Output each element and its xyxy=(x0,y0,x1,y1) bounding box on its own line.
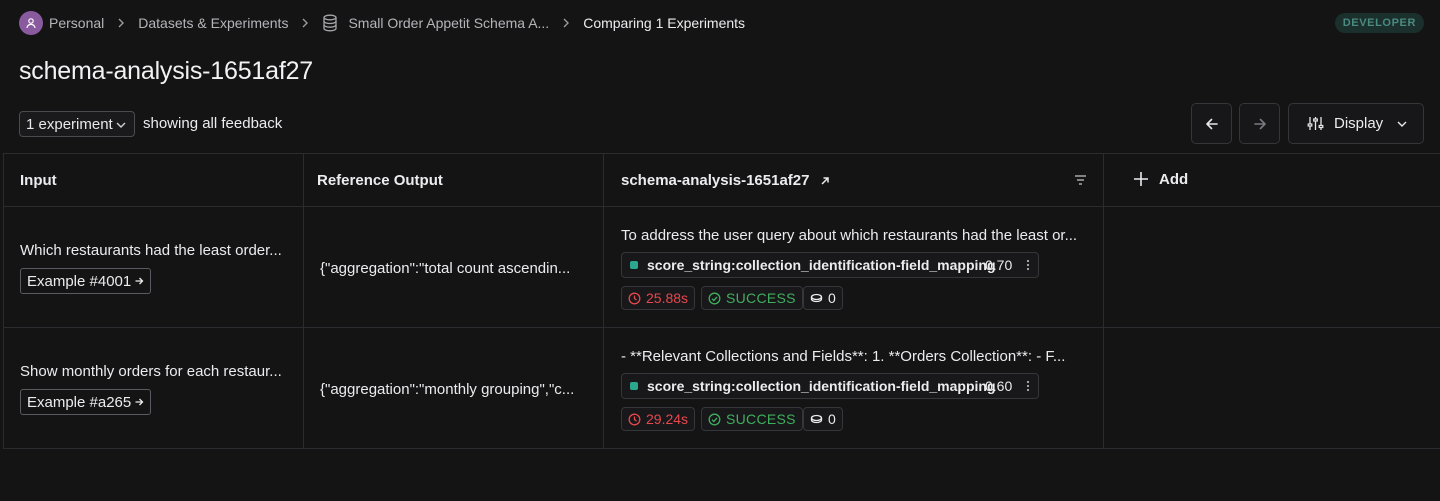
arrow-right-icon xyxy=(135,398,144,406)
filter-icon[interactable] xyxy=(1074,174,1087,186)
breadcrumb: Personal Datasets & Experiments Small Or… xyxy=(19,11,745,35)
clock-icon xyxy=(628,292,641,304)
developer-badge: DEVELOPER xyxy=(1334,13,1424,33)
more-vertical-icon[interactable] xyxy=(1026,259,1030,271)
status-text: SUCCESS xyxy=(726,411,796,427)
display-button-label: Display xyxy=(1334,115,1384,132)
chevron-down-icon xyxy=(1397,121,1407,127)
arrow-left-icon xyxy=(1205,118,1218,129)
example-link[interactable]: Example #a265 xyxy=(20,389,152,415)
add-column-button[interactable]: Add xyxy=(1132,170,1188,188)
table-row[interactable]: Which restaurants had the least order...… xyxy=(4,207,1440,328)
plus-icon xyxy=(1134,172,1148,186)
tokens-value: 0 xyxy=(828,290,836,306)
feedback-score-chip[interactable]: score_string:collection_identification-f… xyxy=(621,252,1039,278)
experiment-output-text[interactable]: To address the user query about which re… xyxy=(621,227,1087,244)
score-name: score_string:collection_identification-f… xyxy=(647,378,996,394)
score-color-dot xyxy=(630,382,638,390)
score-name: score_string:collection_identification-f… xyxy=(647,257,996,273)
page-title: schema-analysis-1651af27 xyxy=(19,57,313,85)
coins-icon xyxy=(810,414,823,424)
status-badge: SUCCESS xyxy=(701,407,803,431)
avatar[interactable] xyxy=(19,11,43,35)
tokens-chip: 0 xyxy=(803,407,843,431)
add-column-label: Add xyxy=(1159,170,1189,188)
chevron-down-icon xyxy=(116,122,126,128)
feedback-score-chip[interactable]: score_string:collection_identification-f… xyxy=(621,373,1039,399)
reference-output-text: {"aggregation":"total count ascendin... xyxy=(320,260,571,277)
arrow-right-icon xyxy=(1253,118,1266,129)
feedback-filter-text: showing all feedback xyxy=(143,115,283,132)
breadcrumb-workspace[interactable]: Personal xyxy=(49,15,104,31)
clock-icon xyxy=(628,413,641,425)
display-button[interactable]: Display xyxy=(1288,103,1424,144)
coins-icon xyxy=(810,293,823,303)
input-text: Which restaurants had the least order... xyxy=(20,242,282,259)
user-icon xyxy=(26,18,36,29)
check-circle-icon xyxy=(708,413,721,425)
latency-value: 25.88s xyxy=(646,290,689,306)
reference-output-text: {"aggregation":"monthly grouping","c... xyxy=(320,381,575,398)
breadcrumb-section[interactable]: Datasets & Experiments xyxy=(138,15,288,31)
example-link-label: Example #a265 xyxy=(27,393,132,411)
header-experiment[interactable]: schema-analysis-1651af27 xyxy=(621,154,831,207)
status-badge: SUCCESS xyxy=(701,286,803,310)
table-header-row: Input Reference Output schema-analysis-1… xyxy=(4,154,1440,207)
latency-chip: 29.24s xyxy=(621,407,696,431)
sliders-icon xyxy=(1307,117,1324,130)
next-button[interactable] xyxy=(1239,103,1280,144)
latency-chip: 25.88s xyxy=(621,286,696,310)
tokens-value: 0 xyxy=(828,411,836,427)
arrow-right-icon xyxy=(135,277,144,285)
latency-value: 29.24s xyxy=(646,411,689,427)
top-bar: Personal Datasets & Experiments Small Or… xyxy=(0,0,1440,46)
tokens-chip: 0 xyxy=(803,286,843,310)
more-vertical-icon[interactable] xyxy=(1026,380,1030,392)
score-value: 0.60 xyxy=(985,378,1013,394)
input-text: Show monthly orders for each restaur... xyxy=(20,363,282,380)
chevron-right-icon xyxy=(563,18,570,28)
header-input[interactable]: Input xyxy=(20,154,57,207)
header-reference-output[interactable]: Reference Output xyxy=(317,154,443,207)
header-experiment-label: schema-analysis-1651af27 xyxy=(621,172,810,189)
breadcrumb-current: Comparing 1 Experiments xyxy=(583,15,746,31)
experiments-table: Input Reference Output schema-analysis-1… xyxy=(3,153,1440,449)
table-row[interactable]: Show monthly orders for each restaur... … xyxy=(4,328,1440,449)
database-icon xyxy=(323,14,338,32)
score-color-dot xyxy=(630,261,638,269)
experiment-select-label: 1 experiment xyxy=(26,115,113,133)
external-link-icon[interactable] xyxy=(819,175,831,187)
chevron-right-icon xyxy=(118,18,125,28)
experiment-select[interactable]: 1 experiment xyxy=(19,111,135,137)
score-value: 0.70 xyxy=(985,257,1013,273)
previous-button[interactable] xyxy=(1191,103,1232,144)
status-text: SUCCESS xyxy=(726,290,796,306)
experiment-output-text[interactable]: - **Relevant Collections and Fields**: 1… xyxy=(621,348,1087,365)
breadcrumb-dataset[interactable]: Small Order Appetit Schema A... xyxy=(348,15,549,31)
example-link[interactable]: Example #4001 xyxy=(20,268,152,294)
example-link-label: Example #4001 xyxy=(27,272,132,290)
chevron-right-icon xyxy=(302,18,309,28)
check-circle-icon xyxy=(708,292,721,304)
